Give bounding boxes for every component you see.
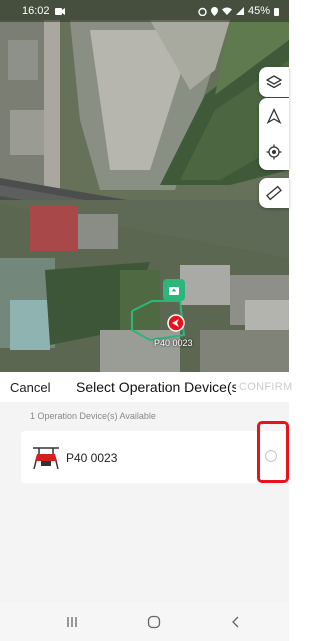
map-view[interactable] <box>0 0 289 372</box>
upload-icon <box>169 287 179 295</box>
device-list-item[interactable]: P40 0023 <box>21 431 289 483</box>
map-control-group <box>259 98 289 170</box>
layers-icon <box>266 75 282 89</box>
layers-button[interactable] <box>259 67 289 97</box>
video-icon <box>54 7 65 15</box>
wifi-icon <box>221 7 232 15</box>
ruler-button[interactable] <box>259 178 289 208</box>
back-icon <box>232 616 239 628</box>
alarm-icon <box>198 7 207 16</box>
navigation-arrow-icon[interactable] <box>266 108 282 124</box>
highlight-annotation <box>257 421 289 483</box>
home-button[interactable] <box>144 612 164 632</box>
drone-position-icon[interactable] <box>167 314 185 332</box>
sheet-title: Select Operation Device(s) <box>76 379 236 395</box>
drone-icon <box>33 447 59 470</box>
sheet-header: Cancel Select Operation Device(s) CONFIR… <box>0 372 292 402</box>
home-icon <box>147 615 161 629</box>
upload-marker-button[interactable] <box>163 279 185 301</box>
system-nav-bar <box>0 602 289 641</box>
ruler-icon <box>266 185 282 201</box>
back-button[interactable] <box>226 612 246 632</box>
device-list-panel: 1 Operation Device(s) Available P40 0023 <box>0 402 289 602</box>
device-name: P40 0023 <box>66 451 118 465</box>
confirm-button[interactable]: CONFIRM <box>239 381 292 393</box>
drone-map-label: P40 0023 <box>154 338 193 348</box>
status-left: 16:02 <box>22 5 65 17</box>
status-battery: 45% <box>247 5 270 17</box>
satellite-imagery <box>0 0 289 372</box>
battery-icon <box>274 7 279 16</box>
recent-apps-icon <box>67 617 77 627</box>
signal-icon <box>235 7 244 15</box>
status-bar: 16:02 45% <box>0 0 289 22</box>
location-icon <box>210 6 218 16</box>
status-right: 45% <box>198 5 279 17</box>
my-location-icon[interactable] <box>266 144 282 160</box>
cancel-button[interactable]: Cancel <box>10 380 50 395</box>
available-count-text: 1 Operation Device(s) Available <box>30 411 156 421</box>
status-time: 16:02 <box>22 5 50 17</box>
recent-apps-button[interactable] <box>62 612 82 632</box>
